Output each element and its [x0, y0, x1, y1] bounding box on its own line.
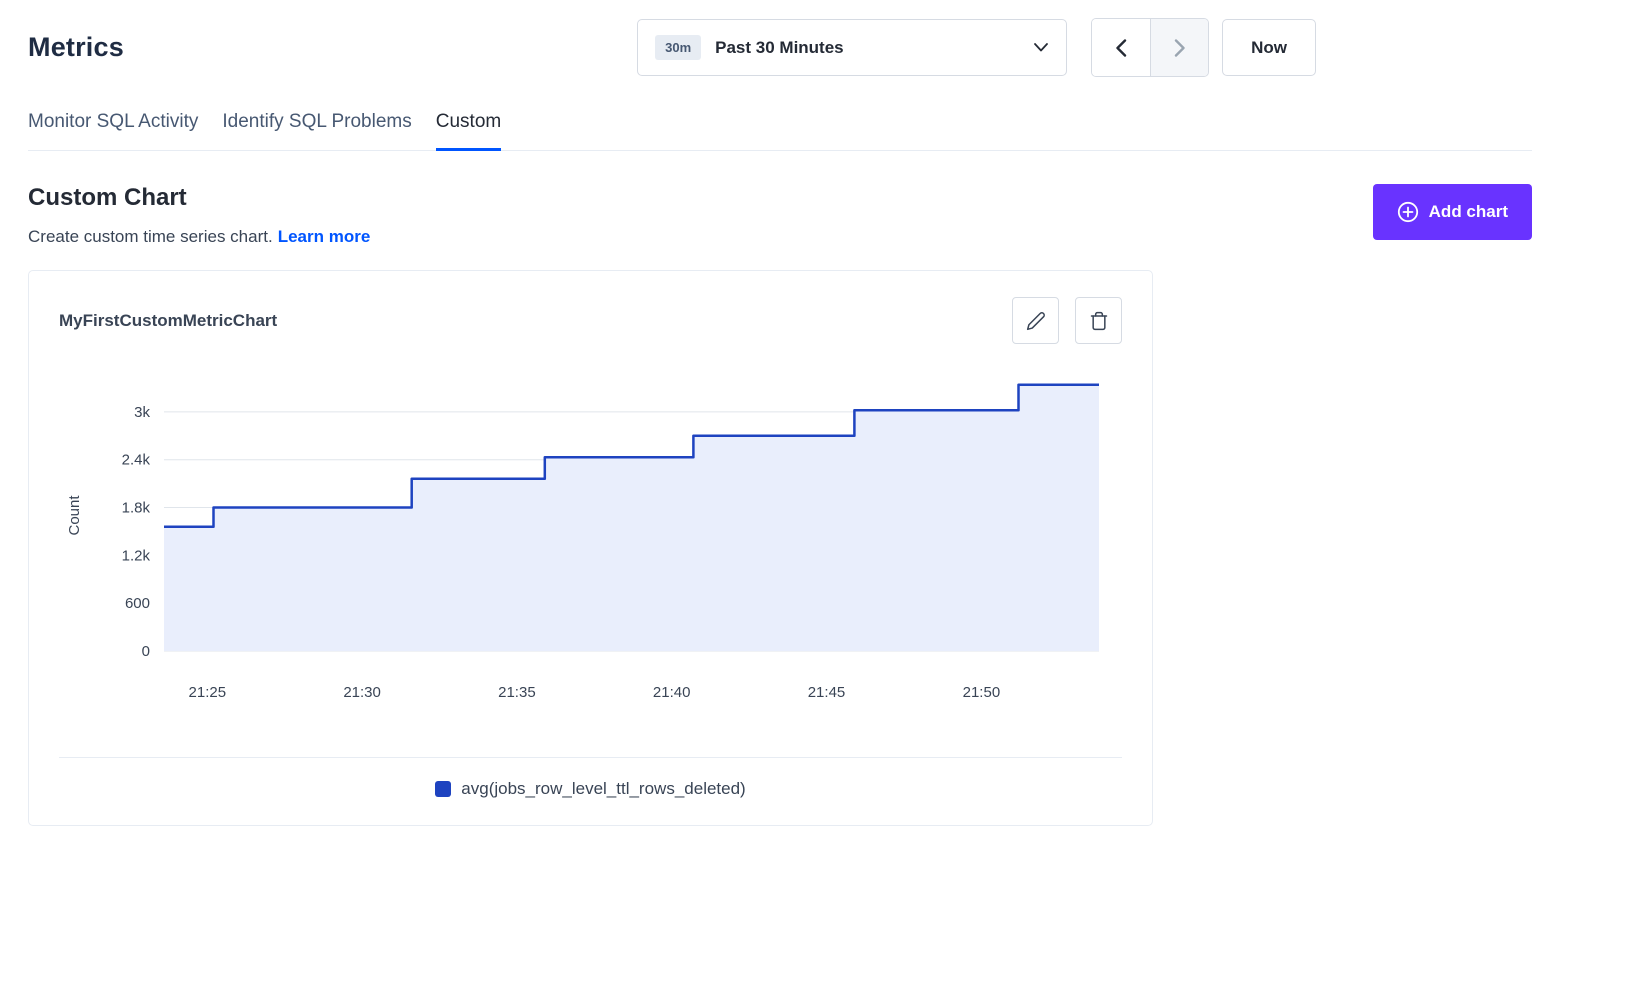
chart-title: MyFirstCustomMetricChart — [59, 311, 277, 331]
svg-text:1.2k: 1.2k — [122, 547, 151, 564]
chart-card-header: MyFirstCustomMetricChart — [59, 297, 1122, 344]
topbar: Metrics 30m Past 30 Minutes Now — [28, 18, 1532, 77]
svg-text:21:40: 21:40 — [653, 684, 691, 701]
now-button[interactable]: Now — [1222, 19, 1316, 76]
learn-more-link[interactable]: Learn more — [278, 227, 371, 246]
add-chart-label: Add chart — [1429, 202, 1508, 222]
svg-text:1.8k: 1.8k — [122, 500, 151, 517]
add-chart-button[interactable]: Add chart — [1373, 184, 1532, 240]
svg-text:600: 600 — [125, 595, 150, 612]
custom-metric-chart: 0 600 1.2k 1.8k 2.4k 3k 21:25 21:30 21:35 21:40 21… — [59, 368, 1124, 713]
metrics-tabs: Monitor SQL Activity Identify SQL Proble… — [28, 111, 1532, 151]
time-next-button[interactable] — [1150, 19, 1208, 76]
time-prev-button[interactable] — [1092, 19, 1150, 76]
tab-custom[interactable]: Custom — [436, 111, 501, 151]
svg-text:21:30: 21:30 — [343, 684, 381, 701]
tab-monitor-sql-activity[interactable]: Monitor SQL Activity — [28, 111, 198, 151]
custom-chart-section-head: Custom Chart Create custom time series c… — [28, 184, 1532, 247]
time-range-label: Past 30 Minutes — [715, 38, 844, 58]
chart-actions — [1012, 297, 1122, 344]
chevron-down-icon — [1034, 43, 1048, 52]
svg-text:0: 0 — [142, 643, 150, 660]
delete-chart-button[interactable] — [1075, 297, 1122, 344]
card-divider — [59, 757, 1122, 758]
section-title: Custom Chart — [28, 184, 370, 212]
legend-label: avg(jobs_row_level_ttl_rows_deleted) — [461, 779, 745, 799]
page-title: Metrics — [28, 32, 124, 63]
plus-circle-icon — [1397, 201, 1419, 223]
time-range-badge: 30m — [655, 35, 701, 60]
metrics-page: Metrics 30m Past 30 Minutes Now Moni — [0, 0, 1650, 866]
chevron-right-icon — [1174, 39, 1186, 57]
chart-legend: avg(jobs_row_level_ttl_rows_deleted) — [59, 779, 1122, 799]
svg-text:21:50: 21:50 — [963, 684, 1001, 701]
legend-swatch — [435, 781, 451, 797]
pencil-icon — [1026, 311, 1046, 331]
section-description: Create custom time series chart. Learn mo… — [28, 227, 370, 247]
section-description-text: Create custom time series chart. — [28, 227, 273, 246]
time-range-dropdown[interactable]: 30m Past 30 Minutes — [637, 19, 1067, 76]
custom-chart-card: MyFirstCustomMetricChart 0 600 1.2k 1.8k 2.4… — [28, 270, 1153, 826]
trash-icon — [1089, 311, 1109, 331]
tab-identify-sql-problems[interactable]: Identify SQL Problems — [222, 111, 411, 151]
svg-text:21:45: 21:45 — [808, 684, 846, 701]
time-controls: 30m Past 30 Minutes Now — [637, 18, 1316, 77]
time-nav-group — [1091, 18, 1209, 77]
edit-chart-button[interactable] — [1012, 297, 1059, 344]
chevron-left-icon — [1115, 39, 1127, 57]
svg-text:21:35: 21:35 — [498, 684, 536, 701]
svg-text:2.4k: 2.4k — [122, 452, 151, 469]
svg-text:3k: 3k — [134, 404, 150, 421]
section-text: Custom Chart Create custom time series c… — [28, 184, 370, 247]
svg-text:Count: Count — [66, 495, 83, 536]
svg-text:21:25: 21:25 — [189, 684, 227, 701]
